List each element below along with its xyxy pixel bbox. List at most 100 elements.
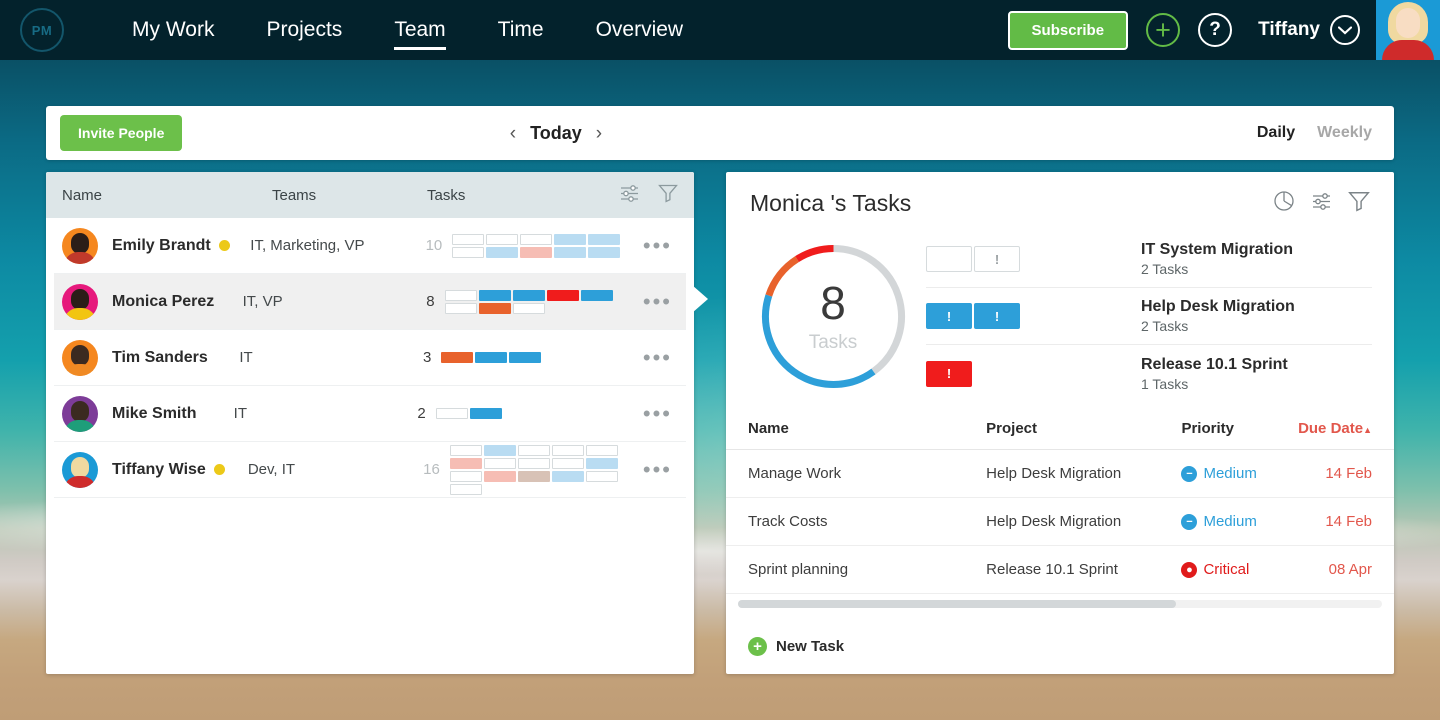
- task-bar-cell[interactable]: [483, 444, 516, 456]
- chevron-down-icon[interactable]: [1330, 15, 1360, 45]
- add-icon[interactable]: +: [1146, 13, 1181, 47]
- task-bar-cell[interactable]: [469, 408, 502, 419]
- task-bar-cell[interactable]: [444, 302, 477, 314]
- settings-sliders-icon[interactable]: [1311, 192, 1332, 216]
- table-row[interactable]: Manage Work Help Desk Migration − Medium 14 …: [726, 450, 1394, 498]
- task-bar-cell[interactable]: [441, 352, 474, 363]
- view-mode-weekly[interactable]: Weekly: [1317, 124, 1372, 142]
- task-bar-cell[interactable]: [483, 457, 516, 469]
- view-mode-daily[interactable]: Daily: [1257, 124, 1295, 142]
- task-bar-cell[interactable]: [585, 457, 618, 469]
- avatar-body: [64, 475, 96, 488]
- table-row[interactable]: Emily Brandt IT, Marketing, VP 10 •••: [54, 218, 686, 274]
- task-bar-cell[interactable]: [585, 470, 618, 482]
- pie-chart-icon[interactable]: [1273, 190, 1295, 217]
- project-name: Release 10.1 Sprint: [1141, 355, 1288, 373]
- project-task-chips: !!: [926, 303, 1141, 329]
- task-bar-cell[interactable]: [449, 483, 482, 495]
- task-bar-cell[interactable]: [517, 444, 550, 456]
- nav-item-my-work[interactable]: My Work: [106, 0, 240, 60]
- task-chip[interactable]: [926, 246, 972, 272]
- table-row[interactable]: Sprint planning Release 10.1 Sprint ● Criti…: [726, 546, 1394, 594]
- table-row[interactable]: Tiffany Wise Dev, IT 16 •••: [54, 442, 686, 498]
- task-bar-cell[interactable]: [520, 233, 553, 245]
- avatar: [62, 451, 98, 488]
- task-bar-cell[interactable]: [580, 289, 613, 301]
- table-row[interactable]: Mike Smith IT 2 •••: [54, 386, 686, 442]
- task-bar-cell[interactable]: [546, 289, 579, 301]
- horizontal-scrollbar[interactable]: [738, 600, 1382, 608]
- task-bar-cell[interactable]: [486, 246, 519, 258]
- task-bar-cell[interactable]: [551, 470, 584, 482]
- invite-people-button[interactable]: Invite People: [60, 115, 183, 151]
- nav-item-projects[interactable]: Projects: [240, 0, 368, 60]
- nav-item-overview[interactable]: Overview: [570, 0, 710, 60]
- task-bar-cell[interactable]: [452, 233, 485, 245]
- task-bar-grid: [452, 233, 622, 258]
- prev-day-icon[interactable]: ‹: [510, 124, 516, 143]
- task-chip[interactable]: !: [974, 246, 1020, 272]
- column-header-priority[interactable]: Priority: [1181, 420, 1295, 437]
- task-bar-cell[interactable]: [475, 352, 508, 363]
- new-task-button[interactable]: New Task: [776, 638, 844, 655]
- scrollbar-thumb[interactable]: [738, 600, 1176, 608]
- user-avatar[interactable]: [1376, 0, 1440, 60]
- table-row[interactable]: Monica Perez IT, VP 8 •••: [54, 274, 686, 330]
- task-bar-cell[interactable]: [517, 470, 550, 482]
- task-bar-cell[interactable]: [478, 289, 511, 301]
- filter-funnel-icon[interactable]: [1348, 190, 1370, 217]
- person-name-text: Monica Perez: [112, 292, 215, 310]
- task-bar-cell[interactable]: [585, 444, 618, 456]
- help-icon[interactable]: ?: [1198, 13, 1233, 47]
- task-chip[interactable]: !: [974, 303, 1020, 329]
- app-logo[interactable]: PM: [20, 8, 64, 52]
- task-bar-cell[interactable]: [551, 457, 584, 469]
- row-more-menu-icon[interactable]: •••: [643, 403, 678, 425]
- settings-sliders-icon[interactable]: [619, 184, 640, 207]
- row-more-menu-icon[interactable]: •••: [643, 291, 678, 313]
- task-bar-cell[interactable]: [517, 457, 550, 469]
- task-bar-cell[interactable]: [509, 352, 542, 363]
- task-chip[interactable]: !: [926, 360, 972, 387]
- row-more-menu-icon[interactable]: •••: [643, 459, 678, 481]
- task-bar-cell[interactable]: [554, 246, 587, 258]
- person-name-text: Tiffany Wise: [112, 460, 206, 478]
- task-bar-cell[interactable]: [449, 457, 482, 469]
- project-summary-row[interactable]: ! IT System Migration 2 Tasks: [926, 231, 1372, 288]
- task-bar-cell[interactable]: [554, 233, 587, 245]
- task-bar-cell[interactable]: [435, 408, 468, 419]
- add-task-icon[interactable]: +: [748, 637, 767, 656]
- row-more-menu-icon[interactable]: •••: [643, 235, 678, 257]
- task-bar-cell[interactable]: [449, 444, 482, 456]
- task-chip[interactable]: !: [926, 303, 972, 329]
- project-summary-row[interactable]: ! Release 10.1 Sprint 1 Tasks: [926, 345, 1372, 402]
- table-row[interactable]: Track Costs Help Desk Migration − Medium 14 …: [726, 498, 1394, 546]
- column-header-task-name[interactable]: Name: [748, 420, 986, 437]
- task-bar-cell[interactable]: [588, 246, 621, 258]
- column-header-due-date[interactable]: Due Date▲: [1296, 420, 1372, 437]
- row-more-menu-icon[interactable]: •••: [643, 347, 678, 369]
- task-bar-cell[interactable]: [588, 233, 621, 245]
- avatar-face: [1396, 8, 1420, 38]
- nav-item-time[interactable]: Time: [472, 0, 570, 60]
- task-bar-cell[interactable]: [512, 302, 545, 314]
- next-day-icon[interactable]: ›: [596, 124, 602, 143]
- people-panel: Name Teams Tasks Emily Brandt IT, Marketi…: [46, 172, 694, 674]
- task-bar-cell[interactable]: [478, 302, 511, 314]
- task-bar-cell[interactable]: [512, 289, 545, 301]
- filter-funnel-icon[interactable]: [658, 183, 678, 207]
- task-bar-cell[interactable]: [483, 470, 516, 482]
- subscribe-button[interactable]: Subscribe: [1007, 10, 1129, 50]
- task-bar-cell[interactable]: [486, 233, 519, 245]
- task-bar-row: [435, 408, 606, 419]
- user-name-label[interactable]: Tiffany: [1258, 19, 1320, 41]
- column-header-project[interactable]: Project: [986, 420, 1181, 437]
- task-bar-cell[interactable]: [520, 246, 553, 258]
- table-row[interactable]: Tim Sanders IT 3 •••: [54, 330, 686, 386]
- task-bar-cell[interactable]: [452, 246, 485, 258]
- nav-item-team[interactable]: Team: [368, 0, 471, 60]
- project-summary-row[interactable]: !! Help Desk Migration 2 Tasks: [926, 288, 1372, 345]
- task-bar-cell[interactable]: [551, 444, 584, 456]
- task-bar-cell[interactable]: [444, 289, 477, 301]
- task-bar-cell[interactable]: [449, 470, 482, 482]
